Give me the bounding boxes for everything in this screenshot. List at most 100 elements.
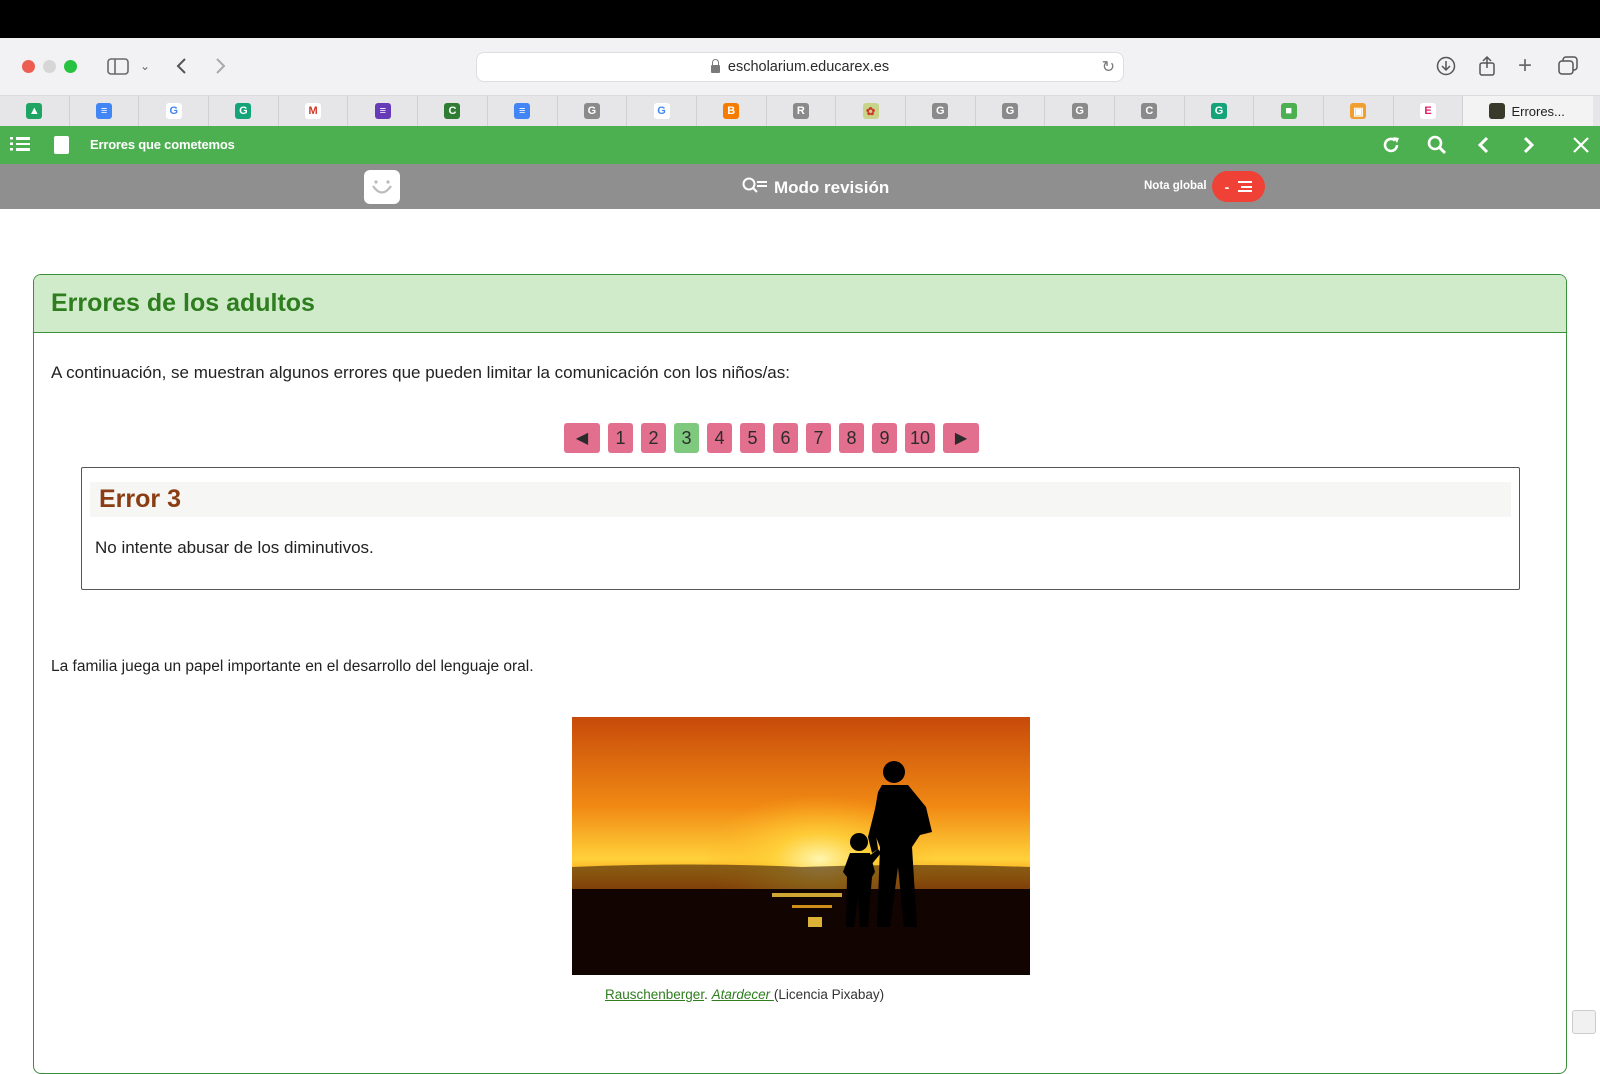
pager-page-10[interactable]: 10 (905, 423, 936, 453)
close-icon[interactable] (1568, 132, 1594, 158)
close-window-button[interactable] (22, 60, 35, 73)
extension-icon[interactable] (1572, 1010, 1596, 1034)
nota-global-button[interactable]: - (1212, 171, 1265, 202)
forward-icon[interactable] (214, 54, 226, 78)
app-header-bar: Errores que cometemos (0, 126, 1600, 164)
pager-page-3[interactable]: 3 (674, 423, 699, 453)
minimize-window-button[interactable] (43, 60, 56, 73)
tab-leaf[interactable]: ✿ (836, 96, 906, 126)
share-icon[interactable] (1478, 54, 1496, 78)
new-tab-icon[interactable]: + (1518, 52, 1532, 79)
tab-e[interactable]: E (1394, 96, 1464, 126)
g-gray-icon: G (1071, 103, 1088, 119)
google-icon: G (653, 103, 670, 119)
smiley-icon[interactable] (364, 170, 400, 204)
leaf-icon: ✿ (862, 103, 879, 119)
g-gray-icon: G (1001, 103, 1018, 119)
r-gray-icon: R (792, 103, 809, 119)
active-tab-label: Errores... (1511, 103, 1565, 119)
classroom-icon: C (444, 103, 461, 119)
card-title: Errores de los adultos (51, 289, 315, 317)
grammarly-icon: G (1211, 103, 1228, 119)
blogger-icon: B (723, 103, 740, 119)
url-text: escholarium.educarex.es (727, 59, 890, 75)
tab-grammarly[interactable]: G (1185, 96, 1255, 126)
error-pager: ◀ 1 2 3 4 5 6 7 8 9 10 ▶ (564, 423, 980, 453)
c-gray-icon: C (1141, 103, 1158, 119)
docs-icon: ≡ (514, 103, 531, 119)
pager-page-2[interactable]: 2 (641, 423, 666, 453)
back-icon[interactable] (176, 54, 188, 78)
tab-strip: ▲ ≡ G G M ≡ C ≡ G G B R ✿ G G G C G ■ ▣ E Errores... (0, 96, 1600, 126)
tab-r-gray[interactable]: R (767, 96, 837, 126)
error-title: Error 3 (99, 485, 181, 513)
tab-active-errores[interactable]: Errores... (1463, 96, 1594, 126)
zoom-window-button[interactable] (64, 60, 77, 73)
error-header: Error 3 (90, 482, 1511, 517)
g-gray-icon: G (583, 103, 600, 119)
caption-separator: . (704, 987, 712, 1002)
download-icon[interactable] (1436, 54, 1456, 78)
gmail-icon: M (305, 103, 322, 119)
sidebar-toggle-icon[interactable] (106, 54, 130, 78)
book-icon[interactable] (54, 136, 69, 154)
error-text: No intente abusar de los diminutivos. (95, 538, 374, 557)
tab-overview-icon[interactable] (1558, 54, 1578, 78)
tab-docs[interactable]: ≡ (488, 96, 558, 126)
lock-icon (710, 59, 720, 73)
tab-blogger[interactable]: B (697, 96, 767, 126)
lesson-title: Errores que cometemos (90, 137, 235, 152)
family-text: La familia juega un papel importante en … (51, 658, 534, 675)
photo-caption: Rauschenberger. Atardecer (Licencia Pixa… (605, 987, 884, 1002)
google-icon: G (165, 103, 182, 119)
pager-page-8[interactable]: 8 (839, 423, 864, 453)
menu-lines-icon (1238, 179, 1253, 195)
tab-classroom[interactable]: C (418, 96, 488, 126)
forms-icon: ≡ (374, 103, 391, 119)
error-panel: Error 3 No intente abusar de los diminut… (81, 467, 1520, 590)
pager-page-5[interactable]: 5 (740, 423, 765, 453)
tab-drive[interactable]: ▲ (0, 96, 70, 126)
g-gray-icon: G (932, 103, 949, 119)
pager-next-button[interactable]: ▶ (943, 423, 980, 453)
tab-tool[interactable]: ▣ (1324, 96, 1394, 126)
previous-page-icon[interactable] (1470, 132, 1496, 158)
tab-g-gray[interactable]: G (906, 96, 976, 126)
browser-toolbar: ⌄ escholarium.educarex.es ↻ + (0, 38, 1600, 96)
reload-icon[interactable]: ↻ (1102, 57, 1115, 77)
tool-icon: ▣ (1350, 103, 1367, 119)
address-bar[interactable]: escholarium.educarex.es ↻ (476, 52, 1124, 82)
pager-page-4[interactable]: 4 (707, 423, 732, 453)
tab-docs[interactable]: ≡ (70, 96, 140, 126)
tab-g-gray[interactable]: G (976, 96, 1046, 126)
pager-page-7[interactable]: 7 (806, 423, 831, 453)
search-icon[interactable] (1424, 132, 1450, 158)
tab-c-gray[interactable]: C (1115, 96, 1185, 126)
tab-g-gray[interactable]: G (558, 96, 628, 126)
tab-google[interactable]: G (139, 96, 210, 126)
pager-page-1[interactable]: 1 (608, 423, 633, 453)
work-link[interactable]: Atardecer (712, 987, 774, 1002)
tab-google[interactable]: G (627, 96, 697, 126)
e-icon: E (1420, 103, 1437, 119)
tab-g-gray[interactable]: G (1045, 96, 1115, 126)
license-text: (Licencia Pixabay) (773, 987, 885, 1002)
tab-forms[interactable]: ≡ (348, 96, 419, 126)
tab-grammarly[interactable]: G (209, 96, 279, 126)
blocks-icon: ■ (1280, 103, 1297, 119)
review-mode-label: Modo revisión (774, 177, 890, 197)
pager-page-6[interactable]: 6 (773, 423, 798, 453)
tab-gmail[interactable]: M (279, 96, 349, 126)
tab-blocks[interactable]: ■ (1254, 96, 1325, 126)
menu-list-icon[interactable] (10, 137, 30, 153)
drive-icon: ▲ (26, 103, 43, 119)
pager-page-9[interactable]: 9 (872, 423, 897, 453)
sunset-family-photo (572, 717, 1030, 975)
nota-global-label: Nota global (1144, 180, 1207, 192)
pager-prev-button[interactable]: ◀ (564, 423, 600, 453)
docs-icon: ≡ (96, 103, 113, 119)
next-page-icon[interactable] (1516, 132, 1542, 158)
author-link[interactable]: Rauschenberger (605, 987, 704, 1002)
refresh-icon[interactable] (1378, 132, 1404, 158)
chevron-down-icon[interactable]: ⌄ (140, 54, 150, 78)
